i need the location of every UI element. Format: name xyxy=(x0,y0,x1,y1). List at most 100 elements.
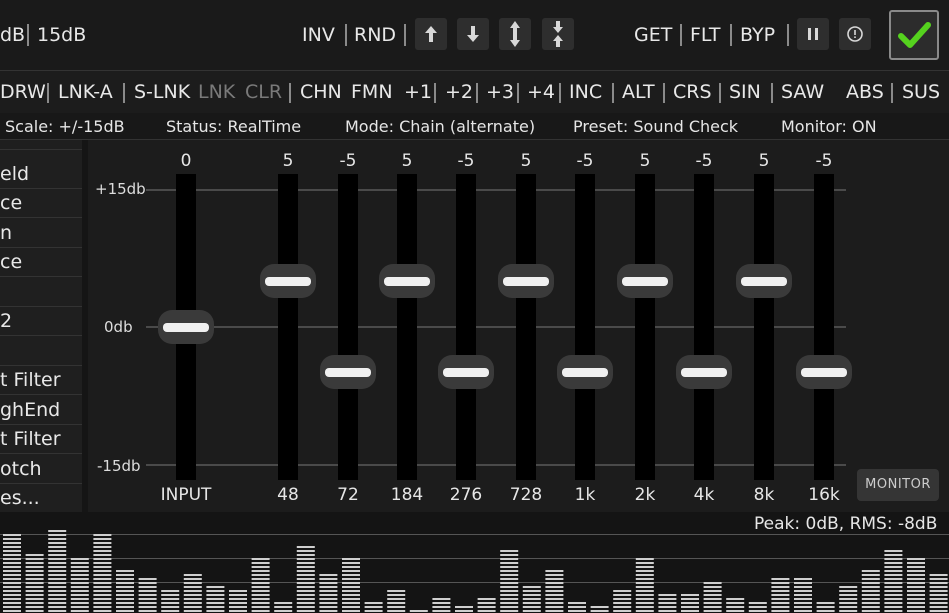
band-value-label: 5 xyxy=(639,151,651,171)
slider-knob[interactable] xyxy=(617,263,673,298)
spectrum-bar xyxy=(70,558,89,612)
slider-knob-grip xyxy=(801,368,847,378)
get-button[interactable]: GET xyxy=(634,24,672,46)
scale-15db-button[interactable]: 15dB xyxy=(37,24,86,46)
separator xyxy=(123,83,125,103)
preset-list[interactable]: eld ce n ce 2 t Filter ghEnd t Filter ot… xyxy=(0,140,82,512)
slider-knob[interactable] xyxy=(260,263,316,298)
slider-knob[interactable] xyxy=(438,355,494,390)
abs-button[interactable]: ABS xyxy=(846,81,884,103)
fmn-button[interactable]: FMN xyxy=(351,81,393,103)
spectrum-bar xyxy=(703,582,722,612)
slider-knob[interactable] xyxy=(320,355,376,390)
sus-button[interactable]: SUS xyxy=(902,81,940,103)
increment-button[interactable]: INC xyxy=(569,81,602,103)
expand-button[interactable] xyxy=(499,18,531,50)
soft-link-button[interactable]: S-LNK xyxy=(134,81,190,103)
analyzer-gridline xyxy=(0,558,949,559)
status-bar: Scale: +/-15dB Status: RealTime Mode: Ch… xyxy=(0,113,949,140)
separator xyxy=(787,24,789,46)
spectrum-bar xyxy=(816,602,835,612)
slider-knob[interactable] xyxy=(557,355,613,390)
list-item[interactable]: es... xyxy=(0,483,82,512)
info-button[interactable] xyxy=(839,18,871,50)
random-button[interactable]: RND xyxy=(354,24,396,46)
filter-button[interactable]: FLT xyxy=(690,24,721,46)
list-item[interactable]: eld xyxy=(0,159,82,189)
list-item[interactable]: t Filter xyxy=(0,424,82,454)
slider-track[interactable] xyxy=(338,174,358,480)
list-item[interactable]: 2 xyxy=(0,306,82,336)
alternate-button[interactable]: ALT xyxy=(622,81,655,103)
spectrum-bar xyxy=(48,530,67,612)
list-item[interactable]: ce xyxy=(0,188,82,218)
list-item[interactable]: ce xyxy=(0,247,82,277)
saw-button[interactable]: SAW xyxy=(781,81,824,103)
analyzer-gridline xyxy=(0,534,949,535)
plus-2-button[interactable]: +2 xyxy=(445,81,473,103)
list-item[interactable] xyxy=(0,277,82,307)
plus-3-button[interactable]: +3 xyxy=(486,81,514,103)
slider-track[interactable] xyxy=(814,174,834,480)
realtime-status: Status: RealTime xyxy=(166,117,302,136)
clear-button[interactable]: CLR xyxy=(245,81,282,103)
slider-knob[interactable] xyxy=(676,355,732,390)
spectrum-bar xyxy=(545,570,564,612)
link-button[interactable]: LNK xyxy=(198,81,235,103)
list-item[interactable]: n xyxy=(0,218,82,248)
shift-down-button[interactable] xyxy=(457,18,489,50)
list-item[interactable]: otch xyxy=(0,454,82,484)
spectrum-bar xyxy=(658,594,677,612)
chain-button[interactable]: CHN xyxy=(300,81,342,103)
separator xyxy=(517,83,519,103)
separator xyxy=(345,24,347,46)
spectrum-bar xyxy=(319,574,338,612)
list-item[interactable] xyxy=(0,336,82,366)
spectrum-bar xyxy=(748,602,767,612)
slider-knob[interactable] xyxy=(736,263,792,298)
band-value-label: -5 xyxy=(695,151,713,171)
slider-track[interactable] xyxy=(456,174,476,480)
slider-knob[interactable] xyxy=(158,309,214,344)
slider-track[interactable] xyxy=(575,174,595,480)
slider-knob-grip xyxy=(265,276,311,286)
cross-button[interactable]: CRS xyxy=(673,81,712,103)
bypass-button[interactable]: BYP xyxy=(740,24,775,46)
monitor-button[interactable]: MONITOR xyxy=(857,469,939,501)
spectrum-bar xyxy=(387,590,406,612)
slider-track[interactable] xyxy=(516,174,536,480)
spectrum-bar xyxy=(138,578,157,612)
slider-track[interactable] xyxy=(278,174,298,480)
plus-4-button[interactable]: +4 xyxy=(527,81,555,103)
slider-track[interactable] xyxy=(635,174,655,480)
slider-knob-grip xyxy=(681,368,727,378)
slider-track[interactable] xyxy=(694,174,714,480)
shift-up-button[interactable] xyxy=(415,18,447,50)
monitor-status: Monitor: ON xyxy=(781,117,877,136)
compress-button[interactable] xyxy=(542,18,574,50)
spectrum-bar xyxy=(25,554,44,612)
list-item[interactable] xyxy=(0,140,82,150)
sine-button[interactable]: SIN xyxy=(729,81,761,103)
axis-label-bottom: -15db xyxy=(97,457,141,475)
slider-track[interactable] xyxy=(397,174,417,480)
slider-knob-grip xyxy=(325,368,371,378)
slider-track[interactable] xyxy=(754,174,774,480)
gridline-bottom xyxy=(146,464,846,466)
list-item[interactable]: ghEnd xyxy=(0,395,82,425)
spectrum-bar xyxy=(884,550,903,612)
link-all-button[interactable]: LNK-A xyxy=(58,81,113,103)
slider-knob[interactable] xyxy=(379,263,435,298)
draw-button[interactable]: DRW xyxy=(0,81,46,103)
pause-button[interactable] xyxy=(797,18,829,50)
slider-knob[interactable] xyxy=(498,263,554,298)
spectrum-bar xyxy=(907,558,925,612)
plus-1-button[interactable]: +1 xyxy=(404,81,432,103)
list-item[interactable]: t Filter xyxy=(0,365,82,395)
invert-button[interactable]: INV xyxy=(302,24,335,46)
checkmark-icon xyxy=(898,22,931,48)
apply-button[interactable] xyxy=(889,10,939,60)
db-label[interactable]: dB xyxy=(0,24,25,46)
separator xyxy=(404,24,406,46)
slider-knob[interactable] xyxy=(796,355,852,390)
